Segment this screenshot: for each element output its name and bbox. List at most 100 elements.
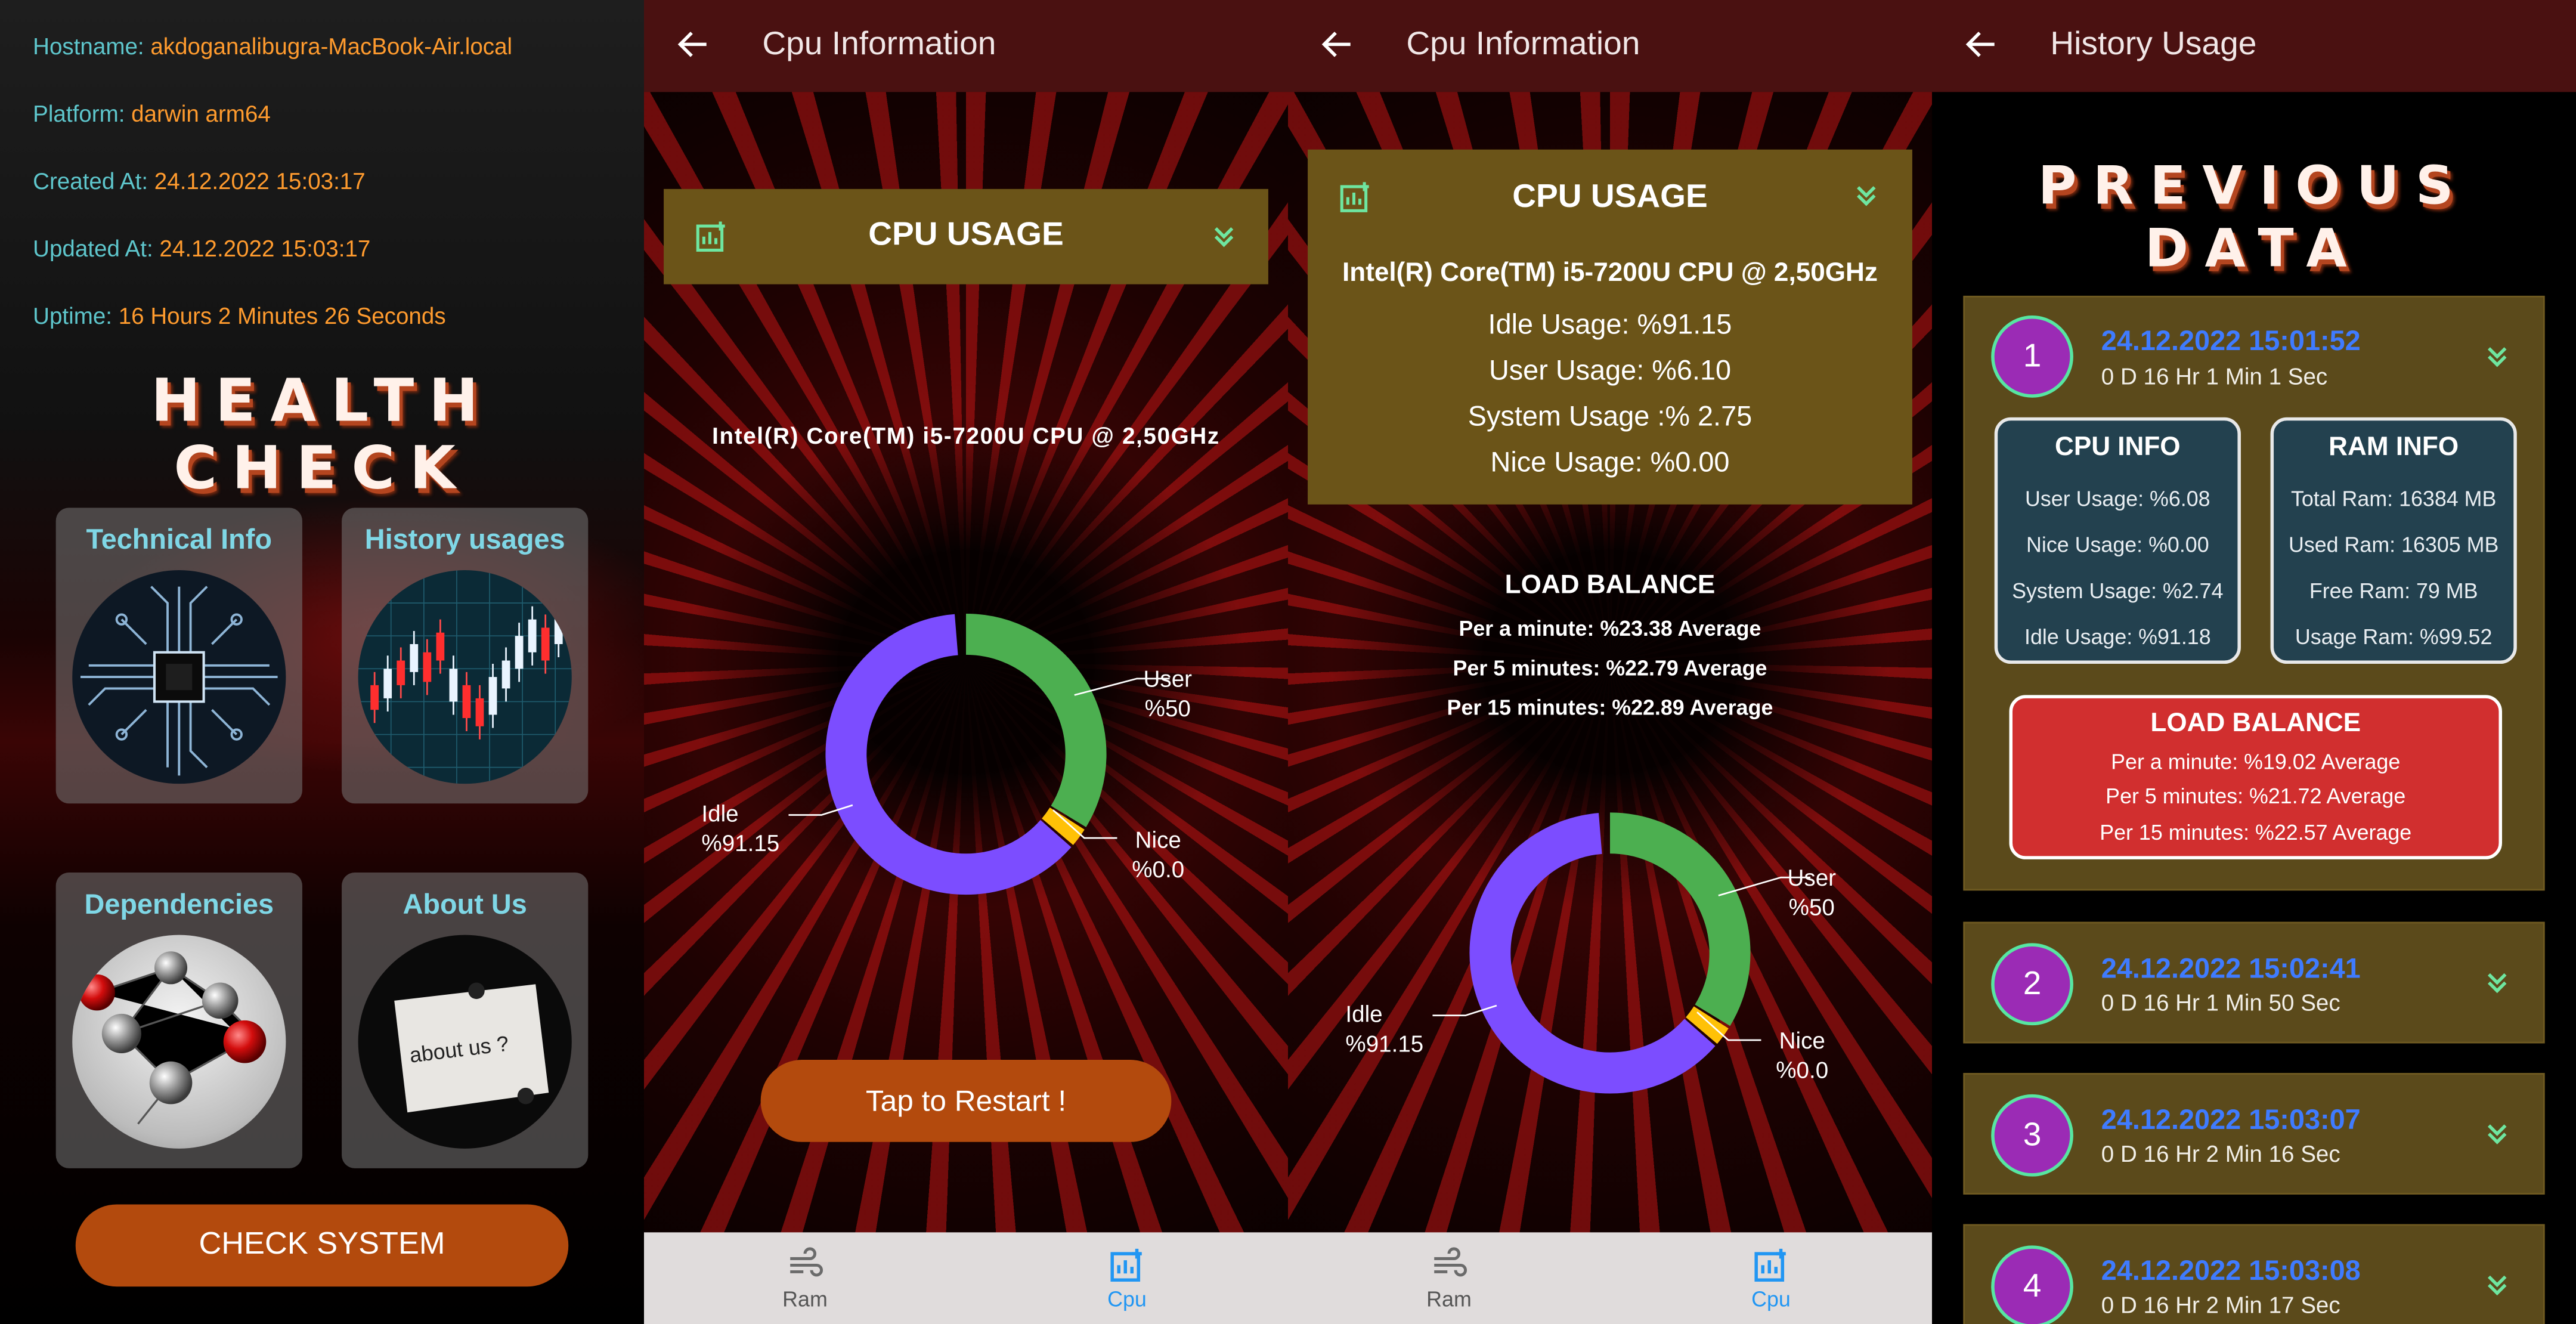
platform-value: darwin arm64 xyxy=(131,100,271,127)
cpu-donut-chart xyxy=(1432,812,1811,1094)
bottom-nav: Ram Cpu xyxy=(643,1232,1288,1324)
check-system-button[interactable]: CHECK SYSTEM xyxy=(75,1204,569,1287)
cpu-donut-chart xyxy=(788,614,1170,895)
tap-to-restart-button[interactable]: Tap to Restart ! xyxy=(760,1060,1172,1142)
wind-icon xyxy=(790,1247,823,1277)
candle-body xyxy=(410,644,419,672)
back-arrow-icon[interactable] xyxy=(1962,24,2001,64)
history-usage-screen: History Usage PREVIOUS DATA 1 24.12.2022… xyxy=(1931,0,2576,1324)
hostname-value: akdoganalibugra-MacBook-Air.local xyxy=(150,33,513,60)
updated-label: Updated At: xyxy=(33,234,153,262)
cpu-model: Intel(R) Core(TM) i5-7200U CPU @ 2,50GHz xyxy=(1342,259,1878,288)
candle-body xyxy=(541,627,550,661)
load-balance-title: LOAD BALANCE xyxy=(1504,571,1716,600)
nav-item-ram[interactable]: Ram xyxy=(644,1232,966,1324)
nice-label-name: Nice xyxy=(1135,826,1181,853)
cpu-info-expanded-screen: Cpu Information CPU USAGE Intel(R) Core(… xyxy=(1287,0,1932,1324)
load-balance-1min: Per a minute: %23.38 Average xyxy=(1459,616,1761,641)
ram-info-box: RAM INFO Total Ram: 16384 MB Used Ram: 1… xyxy=(2270,417,2517,664)
history-uptime: 0 D 16 Hr 1 Min 1 Sec xyxy=(2101,363,2328,389)
user-label-name: User xyxy=(1787,864,1836,891)
created-label: Created At: xyxy=(33,168,148,194)
page-title: Cpu Information xyxy=(762,26,996,63)
ram-info-title: RAM INFO xyxy=(2329,434,2459,462)
nav-item-cpu[interactable]: Cpu xyxy=(1610,1232,1932,1324)
history-uptime: 0 D 16 Hr 2 Min 16 Sec xyxy=(2101,1140,2340,1167)
user-slice-label: User %50 xyxy=(1788,862,1836,921)
cpu-info-screen: Cpu Information CPU USAGE Intel(R) Core(… xyxy=(643,0,1288,1324)
cpu-info-idle: Idle Usage: %91.18 xyxy=(2024,624,2211,649)
candle-body xyxy=(475,698,484,726)
circuit-chip-icon xyxy=(72,570,286,784)
uptime-value: 16 Hours 2 Minutes 26 Seconds xyxy=(118,302,446,329)
platform-label: Platform: xyxy=(33,100,125,127)
ram-info-usage: Usage Ram: %99.52 xyxy=(2295,624,2493,649)
updated-value: 24.12.2022 15:03:17 xyxy=(159,234,371,262)
load-balance-5min: Per 5 minutes: %22.79 Average xyxy=(1453,655,1767,680)
home-screen: Hostname: akdoganalibugra-MacBook-Air.lo… xyxy=(0,0,644,1324)
uptime-label: Uptime: xyxy=(33,302,112,329)
history-badge: 4 xyxy=(1991,1245,2073,1324)
chart-add-icon xyxy=(1110,1248,1142,1282)
nice-slice-label: Nice %0.0 xyxy=(1776,1025,1828,1084)
ram-info-used: Used Ram: 16305 MB xyxy=(2288,532,2499,557)
candle-body xyxy=(528,619,537,652)
nav-ram-label: Ram xyxy=(1426,1286,1472,1311)
ram-info-total: Total Ram: 16384 MB xyxy=(2290,486,2497,511)
idle-label-name: Idle xyxy=(1345,1000,1383,1027)
about-us-tile[interactable]: About Us about us ? xyxy=(342,872,589,1168)
chart-add-icon xyxy=(1754,1248,1786,1282)
nav-item-ram[interactable]: Ram xyxy=(1288,1232,1610,1324)
history-usages-tile[interactable]: History usages xyxy=(342,508,589,804)
cpu-model: Intel(R) Core(TM) i5-7200U CPU @ 2,50GHz xyxy=(712,422,1220,449)
nav-item-cpu[interactable]: Cpu xyxy=(966,1232,1288,1324)
chevron-double-down-icon[interactable] xyxy=(2484,344,2510,370)
nice-slice-label: Nice %0.0 xyxy=(1132,825,1184,884)
candle-body xyxy=(383,669,392,698)
platform-row: Platform: darwin arm64 xyxy=(33,100,271,126)
history-item-4[interactable]: 4 24.12.2022 15:03:08 0 D 16 Hr 2 Min 17… xyxy=(1963,1224,2545,1324)
network-spheres-icon xyxy=(72,935,286,1149)
cpu-usage-card-expanded[interactable]: CPU USAGE Intel(R) Core(TM) i5-7200U CPU… xyxy=(1308,149,1912,505)
cpu-info-title: CPU INFO xyxy=(2054,434,2181,462)
back-arrow-icon[interactable] xyxy=(674,24,713,64)
load-balance-box: LOAD BALANCE Per a minute: %19.02 Averag… xyxy=(2009,695,2503,859)
previous-data-title: PREVIOUS DATA xyxy=(2038,154,2470,280)
chevron-double-up-icon[interactable] xyxy=(1853,182,1880,209)
candle-body xyxy=(423,652,432,682)
cpu-info-nice: Nice Usage: %0.00 xyxy=(2026,532,2209,557)
idle-label-value: %91.15 xyxy=(1345,1030,1424,1057)
nice-usage: Nice Usage: %0.00 xyxy=(1490,447,1730,478)
candle-body xyxy=(501,660,510,689)
chevron-double-down-icon[interactable] xyxy=(2484,970,2510,996)
chevron-double-down-icon[interactable] xyxy=(2484,1272,2510,1298)
nice-label-value: %0.0 xyxy=(1776,1056,1829,1083)
wind-icon xyxy=(1434,1247,1467,1277)
technical-info-tile[interactable]: Technical Info xyxy=(55,508,302,804)
candle-body xyxy=(397,660,405,685)
dependencies-label: Dependencies xyxy=(84,889,274,920)
dependencies-tile[interactable]: Dependencies xyxy=(55,872,302,1168)
load-balance-title: LOAD BALANCE xyxy=(2150,710,2361,738)
note-pin-icon: about us ? xyxy=(358,935,572,1149)
history-date: 24.12.2022 15:03:08 xyxy=(2101,1255,2361,1287)
history-date: 24.12.2022 15:03:07 xyxy=(2101,1104,2361,1136)
created-value: 24.12.2022 15:03:17 xyxy=(154,168,366,194)
history-item-3[interactable]: 3 24.12.2022 15:03:07 0 D 16 Hr 2 Min 16… xyxy=(1963,1073,2545,1195)
load-balance-15min: Per 15 minutes: %22.89 Average xyxy=(1447,695,1773,720)
back-arrow-icon[interactable] xyxy=(1318,24,1357,64)
candle-body xyxy=(462,685,471,718)
cpu-usage-card[interactable]: CPU USAGE xyxy=(664,188,1268,284)
candle-body xyxy=(488,677,497,715)
history-uptime: 0 D 16 Hr 1 Min 50 Sec xyxy=(2101,989,2340,1016)
history-item-1[interactable]: 1 24.12.2022 15:01:52 0 D 16 Hr 1 Min 1 … xyxy=(1963,295,2545,891)
chevron-double-down-icon[interactable] xyxy=(1211,224,1237,250)
chevron-double-down-icon[interactable] xyxy=(2484,1121,2510,1147)
idle-label-name: Idle xyxy=(701,800,739,827)
history-item-2[interactable]: 2 24.12.2022 15:02:41 0 D 16 Hr 1 Min 50… xyxy=(1963,921,2545,1044)
load-balance-1min: Per a minute: %19.02 Average xyxy=(2111,749,2401,774)
candle-body xyxy=(370,685,379,710)
nav-ram-label: Ram xyxy=(782,1286,828,1311)
idle-label-value: %91.15 xyxy=(701,830,780,856)
history-usages-label: History usages xyxy=(364,524,565,556)
